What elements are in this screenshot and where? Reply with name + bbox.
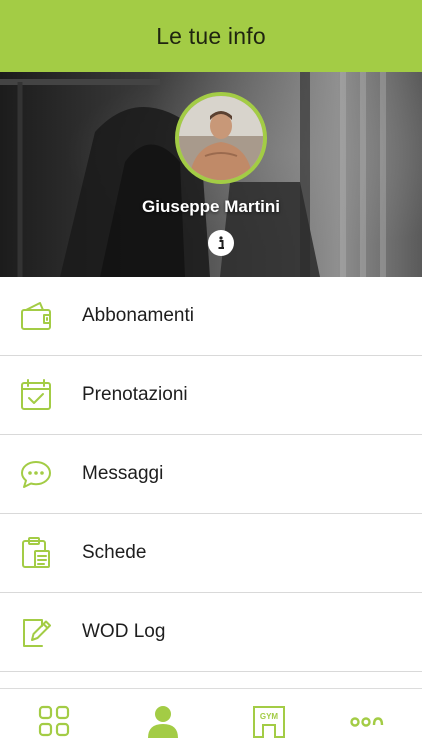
menu-label-messaggi: Messaggi <box>82 463 164 484</box>
tab-profile[interactable] <box>145 703 181 739</box>
calendar-check-icon <box>18 377 54 413</box>
wallet-icon <box>18 298 54 334</box>
clipboard-icon <box>18 535 54 571</box>
menu-item-wod-log[interactable]: WOD Log <box>0 593 422 672</box>
page-title: Le tue info <box>156 22 266 49</box>
menu-item-messaggi[interactable]: Messaggi <box>0 435 422 514</box>
info-button[interactable] <box>208 230 234 256</box>
grid-icon <box>38 705 70 737</box>
menu-label-prenotazioni: Prenotazioni <box>82 384 188 405</box>
gym-icon: GYM <box>253 706 285 738</box>
user-photo <box>179 96 263 180</box>
menu-list: Abbonamenti Prenotazioni Messaggi Schede… <box>0 277 422 672</box>
header-bar: Le tue info <box>0 0 422 72</box>
chat-bubble-icon <box>18 456 54 492</box>
menu-item-prenotazioni[interactable]: Prenotazioni <box>0 356 422 435</box>
menu-label-schede: Schede <box>82 542 147 563</box>
tab-gym[interactable]: GYM <box>251 703 287 739</box>
menu-label-abbonamenti: Abbonamenti <box>82 305 194 326</box>
menu-item-abbonamenti[interactable]: Abbonamenti <box>0 277 422 356</box>
gym-label: GYM <box>260 712 279 721</box>
menu-label-wod-log: WOD Log <box>82 621 166 642</box>
tab-more[interactable] <box>349 703 385 739</box>
profile-hero: Giuseppe Martini <box>0 72 422 277</box>
menu-item-schede[interactable]: Schede <box>0 514 422 593</box>
info-icon <box>218 236 224 249</box>
tab-home-grid[interactable] <box>36 703 72 739</box>
more-icon <box>350 717 384 727</box>
edit-note-icon <box>18 614 54 650</box>
bottom-tab-bar: GYM <box>0 688 422 750</box>
user-name: Giuseppe Martini <box>142 197 280 216</box>
avatar[interactable] <box>175 92 267 184</box>
profile-icon <box>148 706 178 738</box>
